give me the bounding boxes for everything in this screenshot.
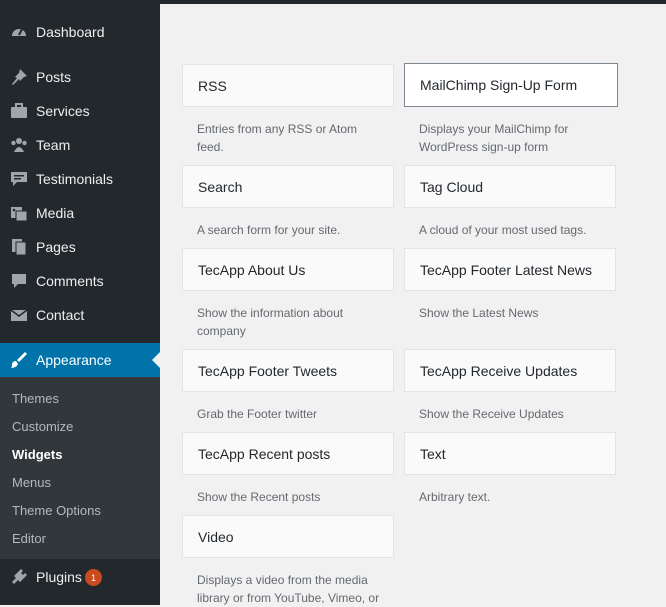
widget-tecapp-recent-posts[interactable]: TecApp Recent posts [182, 432, 394, 475]
menu-item-testimonials[interactable]: Testimonials [0, 162, 160, 196]
submenu-menus[interactable]: Menus [12, 475, 51, 490]
menu-item-contact[interactable]: Contact [0, 298, 160, 332]
update-count-badge: 1 [85, 569, 102, 586]
menu-label: Posts [36, 69, 72, 85]
menu-item-dashboard[interactable]: Dashboard [0, 15, 160, 49]
widget-tecapp-footer-latest-news[interactable]: TecApp Footer Latest News [404, 248, 616, 291]
pages-icon [10, 238, 28, 256]
widget-description: Displays a video from the media library … [197, 573, 380, 605]
widget-description: A search form for your site. [197, 223, 341, 237]
widget-rss[interactable]: RSS [182, 64, 394, 107]
widget-tag-cloud[interactable]: Tag Cloud [404, 165, 616, 208]
widget-description: Displays your MailChimp for WordPress si… [419, 122, 569, 154]
widget-description: Show the Receive Updates [419, 407, 564, 421]
pin-icon [10, 68, 28, 86]
widget-description: Arbitrary text. [419, 490, 491, 504]
menu-item-team[interactable]: Team [0, 128, 160, 162]
menu-label: Appearance [36, 352, 112, 368]
appearance-submenu: Themes Customize Widgets Menus Theme Opt… [0, 377, 160, 559]
widget-description: Entries from any RSS or Atom feed. [197, 122, 358, 154]
menu-label: Dashboard [36, 24, 105, 40]
widget-mailchimp-signup-form[interactable]: MailChimp Sign-Up Form [404, 63, 618, 107]
brush-icon [10, 351, 28, 369]
menu-label: Media [36, 205, 75, 221]
menu-label: Pages [36, 239, 76, 255]
widget-video[interactable]: Video [182, 515, 394, 558]
menu-item-comments[interactable]: Comments [0, 264, 160, 298]
menu-item-plugins[interactable]: Plugins 1 [0, 560, 160, 594]
submenu-themes[interactable]: Themes [12, 391, 59, 406]
media-icon [10, 204, 28, 222]
menu-label: Testimonials [36, 171, 114, 187]
widget-tecapp-receive-updates[interactable]: TecApp Receive Updates [404, 349, 616, 392]
menu-item-posts[interactable]: Posts [0, 60, 160, 94]
widget-description: A cloud of your most used tags. [419, 223, 587, 237]
dashboard-icon [10, 23, 28, 41]
testimonial-icon [10, 170, 28, 188]
widget-description: Grab the Footer twitter [197, 407, 318, 421]
menu-label: Plugins [36, 569, 82, 585]
menu-item-services[interactable]: Services [0, 94, 160, 128]
widget-description: Show the information about company [197, 306, 344, 338]
comment-icon [10, 272, 28, 290]
widget-search[interactable]: Search [182, 165, 394, 208]
submenu-editor[interactable]: Editor [12, 531, 46, 546]
menu-item-media[interactable]: Media [0, 196, 160, 230]
menu-item-appearance[interactable]: Appearance [0, 343, 160, 377]
menu-label: Contact [36, 307, 85, 323]
menu-item-pages[interactable]: Pages [0, 230, 160, 264]
briefcase-icon [10, 102, 28, 120]
widget-description: Show the Latest News [419, 306, 539, 320]
plugin-icon [10, 568, 28, 586]
widget-tecapp-about-us[interactable]: TecApp About Us [182, 248, 394, 291]
widget-tecapp-footer-tweets[interactable]: TecApp Footer Tweets [182, 349, 394, 392]
submenu-widgets[interactable]: Widgets [12, 447, 62, 462]
submenu-customize[interactable]: Customize [12, 419, 73, 434]
menu-label: Team [36, 137, 71, 153]
mail-icon [10, 306, 28, 324]
menu-label: Services [36, 103, 90, 119]
menu-label: Comments [36, 273, 104, 289]
widget-description: Show the Recent posts [197, 490, 321, 504]
submenu-theme-options[interactable]: Theme Options [12, 503, 101, 518]
widget-text[interactable]: Text [404, 432, 616, 475]
admin-sidebar: Dashboard Posts Services Team Testimonia… [0, 0, 160, 605]
groups-icon [10, 136, 28, 154]
